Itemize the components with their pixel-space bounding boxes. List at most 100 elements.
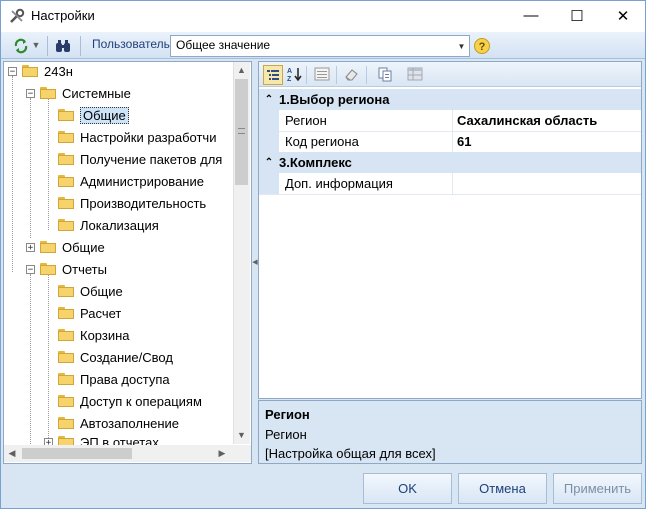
tree-item[interactable]: Общие xyxy=(58,105,129,125)
description-title: Регион xyxy=(265,407,310,422)
user-select-value: Общее значение xyxy=(176,38,271,52)
tree-item-label: Отчеты xyxy=(62,261,107,277)
ok-button[interactable]: OK xyxy=(363,473,452,504)
folder-icon xyxy=(40,87,56,99)
svg-text:Z: Z xyxy=(287,76,292,82)
property-row-region-code[interactable]: Код региона 61 xyxy=(259,131,641,153)
help-icon[interactable]: ? xyxy=(473,37,491,55)
tree-item[interactable]: Автозаполнение xyxy=(58,413,179,433)
apply-button[interactable]: Применить xyxy=(553,473,642,504)
tree-connector-line xyxy=(30,98,31,238)
expand-icon[interactable]: + xyxy=(26,242,35,252)
property-row-region[interactable]: Регион Сахалинская область xyxy=(259,110,641,132)
row-gutter xyxy=(259,173,279,194)
tree-item[interactable]: Администрирование xyxy=(58,171,204,191)
scroll-left-icon[interactable]: ◀ xyxy=(5,447,19,460)
tree-item[interactable]: Корзина xyxy=(58,325,130,345)
collapse-icon[interactable]: − xyxy=(8,66,17,76)
scroll-right-icon[interactable]: ▶ xyxy=(215,447,229,460)
tree-item[interactable]: − 243н xyxy=(8,61,73,81)
folder-icon xyxy=(40,241,56,253)
tree-item-label: Локализация xyxy=(80,217,159,233)
tree-connector-line xyxy=(48,274,49,446)
folder-icon xyxy=(58,175,74,187)
tree-item[interactable]: Локализация xyxy=(58,215,159,235)
copy-icon[interactable] xyxy=(376,65,394,83)
tree-item[interactable]: − Системные xyxy=(26,83,131,103)
refresh-icon[interactable] xyxy=(12,37,30,55)
category-label: 3.Комплекс xyxy=(279,155,352,170)
sort-alphabetical-icon[interactable]: AZ xyxy=(285,65,303,83)
toolbar-separator xyxy=(306,66,307,84)
property-value[interactable]: 61 xyxy=(453,131,641,152)
tree-horizontal-scroll-thumb[interactable] xyxy=(22,448,132,459)
tree-item-label: Права доступа xyxy=(80,371,170,387)
scroll-up-icon[interactable]: ▲ xyxy=(235,63,248,77)
eraser-icon[interactable] xyxy=(342,65,360,83)
tree-item[interactable]: Настройки разработчи xyxy=(58,127,216,147)
tree-item-label: Автозаполнение xyxy=(80,415,180,431)
property-row-additional-info[interactable]: Доп. информация xyxy=(259,173,641,195)
tree-item-label: Администрирование xyxy=(80,173,204,189)
folder-icon xyxy=(58,153,74,165)
property-name: Доп. информация xyxy=(279,173,453,194)
tree-item[interactable]: Производительность xyxy=(58,193,206,213)
tree-item-label: Общие xyxy=(80,283,123,299)
refresh-dropdown-icon[interactable]: ▼ xyxy=(32,40,41,50)
minimize-button[interactable]: — xyxy=(508,0,554,31)
cancel-button[interactable]: Отмена xyxy=(458,473,547,504)
chevron-up-icon[interactable]: ⌃ xyxy=(259,94,279,105)
binoculars-icon[interactable] xyxy=(54,37,72,55)
tree-item[interactable]: − Отчеты xyxy=(26,259,107,279)
category-complex[interactable]: ⌃ 3.Комплекс xyxy=(259,152,641,173)
toolbar-separator xyxy=(336,66,337,84)
scroll-corner xyxy=(233,445,251,462)
tree-item[interactable]: Доступ к операциям xyxy=(58,391,202,411)
property-pages-icon[interactable] xyxy=(313,65,331,83)
collapse-icon[interactable]: − xyxy=(26,264,35,274)
grip-icon xyxy=(238,128,245,134)
folder-icon xyxy=(58,373,74,385)
window-title: Настройки xyxy=(31,8,95,23)
tree-item[interactable]: Получение пакетов для xyxy=(58,149,222,169)
folder-icon xyxy=(58,219,74,231)
toolbar-separator xyxy=(366,66,367,84)
folder-icon xyxy=(58,285,74,297)
tree-item[interactable]: + Общие xyxy=(26,237,105,257)
folder-icon xyxy=(58,395,74,407)
tree-connector-line xyxy=(30,274,31,444)
row-gutter xyxy=(259,110,279,131)
folder-icon xyxy=(58,307,74,319)
collapse-icon[interactable]: − xyxy=(26,88,35,98)
chevron-up-icon[interactable]: ⌃ xyxy=(259,157,279,168)
close-button[interactable]: ✕ xyxy=(600,0,646,31)
folder-icon xyxy=(58,109,74,121)
tree-item-label: Общие xyxy=(62,239,105,255)
folder-icon xyxy=(58,197,74,209)
chevron-down-icon[interactable]: ▼ xyxy=(453,35,470,57)
tree-item[interactable]: Расчет xyxy=(58,303,121,323)
folder-icon xyxy=(58,131,74,143)
property-name: Регион xyxy=(279,110,453,131)
toolbar-separator xyxy=(80,36,82,56)
category-label: 1.Выбор региона xyxy=(279,92,390,107)
scroll-down-icon[interactable]: ▼ xyxy=(235,428,248,442)
tree-connector-line xyxy=(12,76,13,272)
property-value[interactable] xyxy=(453,173,641,194)
description-note: [Настройка общая для всех] xyxy=(265,446,436,461)
folder-icon xyxy=(58,417,74,429)
maximize-button[interactable]: ☐ xyxy=(554,0,600,31)
category-region-selection[interactable]: ⌃ 1.Выбор региона xyxy=(259,89,641,110)
folder-icon xyxy=(58,329,74,341)
property-value[interactable]: Сахалинская область xyxy=(453,110,641,131)
categorized-view-icon[interactable] xyxy=(263,65,283,85)
tree-item[interactable]: Общие xyxy=(58,281,123,301)
folder-icon xyxy=(40,263,56,275)
tree-item[interactable]: Права доступа xyxy=(58,369,170,389)
toolbar-separator xyxy=(47,36,49,56)
folder-icon xyxy=(58,351,74,363)
folder-icon xyxy=(22,65,38,77)
tree-item[interactable]: Создание/Свод xyxy=(58,347,173,367)
description-text: Регион xyxy=(265,427,307,442)
table-icon[interactable] xyxy=(406,65,424,83)
